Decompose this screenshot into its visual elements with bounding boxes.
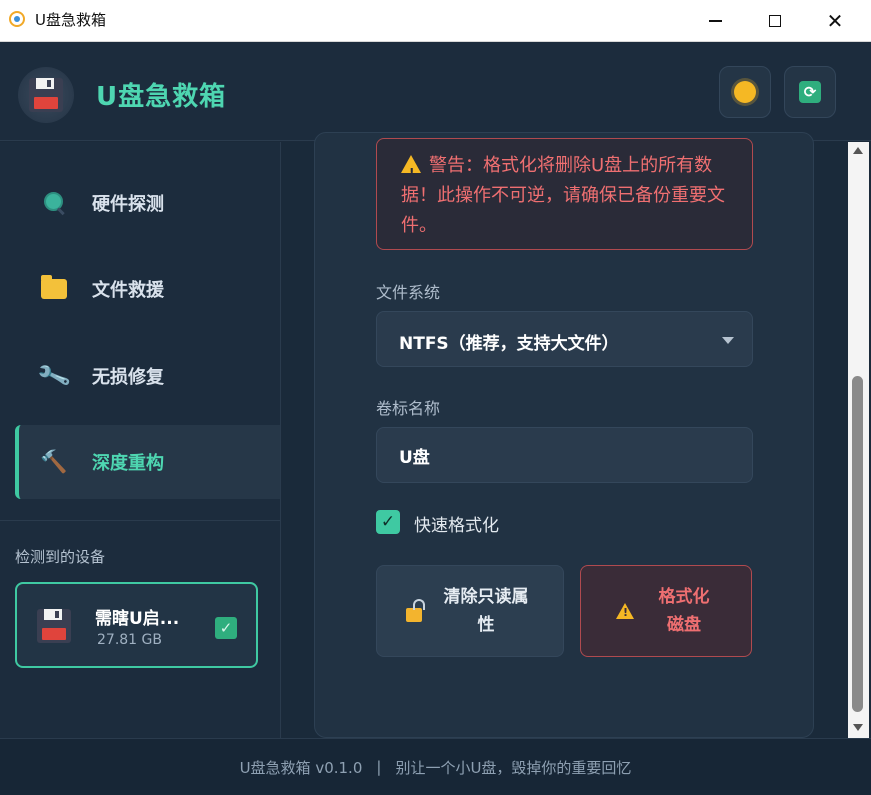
floppy-disk-icon [29,78,63,112]
sun-icon [734,81,756,103]
device-size: 27.81 GB [97,632,162,648]
footer-separator: | [376,758,382,776]
main-content: 警告：格式化将删除U盘上的所有数据！此操作不可逆，请确保已备份重要文件。 文件系… [282,132,848,738]
footer-version: U盘急救箱 v0.1.0 [239,758,363,777]
window-titlebar: U盘急救箱 ✕ [0,0,871,42]
maximize-icon [769,15,781,27]
main-scrollbar[interactable] [848,142,869,738]
sidebar-item-lossless-repair[interactable]: 🔧 无损修复 [15,339,280,413]
minimize-button[interactable] [686,0,744,42]
close-icon: ✕ [826,9,844,33]
scroll-up-icon[interactable] [853,147,863,154]
sidebar-item-deep-rebuild[interactable]: 🔨 深度重构 [15,425,280,499]
device-checked-icon: ✓ [215,617,237,639]
brand-title: U盘急救箱 [96,82,227,112]
warning-text: 警告：格式化将删除U盘上的所有数据！此操作不可逆，请确保已备份重要文件。 [401,155,725,236]
sidebar-divider [0,520,281,521]
refresh-button[interactable]: ⟳ [784,66,836,118]
app-logo [18,67,74,123]
app-icon [9,11,25,27]
magnifier-icon [40,189,68,217]
check-icon: ✓ [380,512,396,532]
footer-slogan: 别让一个小U盘，毁掉你的重要回忆 [395,758,632,777]
sidebar-item-label: 深度重构 [92,453,164,474]
sidebar-item-file-rescue[interactable]: 文件救援 [15,252,280,326]
warning-box: 警告：格式化将删除U盘上的所有数据！此操作不可逆，请确保已备份重要文件。 [376,138,753,250]
quick-format-checkbox[interactable]: ✓ [376,510,400,534]
window-title: U盘急救箱 [35,11,106,29]
floppy-disk-icon [37,609,71,643]
devices-section-title: 检测到的设备 [15,548,106,566]
volume-label-title: 卷标名称 [376,399,441,418]
sidebar-item-hardware-detect[interactable]: 硬件探测 [15,166,280,240]
unlock-icon [406,608,422,622]
sidebar-item-label: 无损修复 [92,367,164,388]
format-disk-button[interactable]: 格式化磁盘 [580,565,752,657]
filesystem-select[interactable]: NTFS（推荐，支持大文件） [376,311,753,367]
sidebar-item-label: 硬件探测 [92,194,164,215]
scroll-down-icon[interactable] [853,724,863,731]
close-button[interactable]: ✕ [806,0,864,42]
theme-toggle-button[interactable] [719,66,771,118]
device-name: 需瞎U启... [95,609,180,629]
scrollbar-thumb[interactable] [852,376,863,712]
warning-icon [401,155,421,188]
quick-format-label: 快速格式化 [414,516,499,536]
format-disk-label: 格式化磁盘 [658,587,710,635]
sidebar: 硬件探测 文件救援 🔧 无损修复 🔨 深度重构 检测到的设备 需瞎U启... 2… [0,142,281,738]
filesystem-selected-value: NTFS（推荐，支持大文件） [399,334,619,354]
clear-readonly-label: 清除只读属性 [443,587,529,635]
refresh-icon: ⟳ [799,81,821,103]
folder-icon [40,275,68,303]
maximize-button[interactable] [746,0,804,42]
volume-label-input[interactable] [376,427,753,483]
app-header: U盘急救箱 ⟳ [0,42,871,141]
app-footer: U盘急救箱 v0.1.0 | 别让一个小U盘，毁掉你的重要回忆 [0,738,871,795]
warning-icon [616,603,634,619]
sidebar-item-label: 文件救援 [92,280,164,301]
filesystem-label: 文件系统 [376,283,441,302]
device-card[interactable]: 需瞎U启... 27.81 GB ✓ [15,582,258,668]
minimize-icon [708,20,722,22]
chevron-down-icon [722,337,734,344]
clear-readonly-button[interactable]: 清除只读属性 [376,565,564,657]
hammer-icon: 🔨 [40,449,68,475]
wrench-icon: 🔧 [35,357,73,395]
